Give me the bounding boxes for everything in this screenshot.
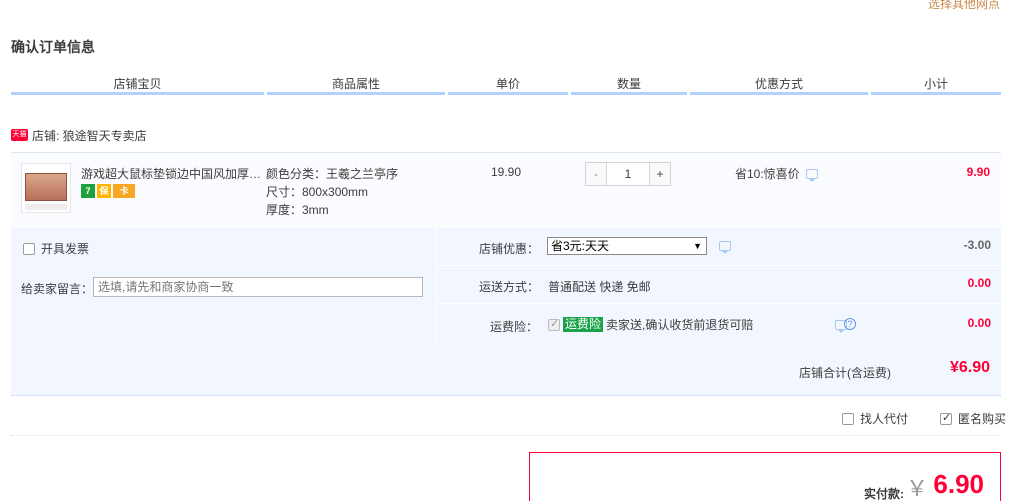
- shop-total-value: ¥6.90: [949, 359, 990, 376]
- payment-options: 找人代付 匿名购买: [841, 410, 1006, 427]
- guarantee-icon[interactable]: 保: [97, 184, 111, 198]
- service-icons: 7 保 卡: [81, 184, 135, 198]
- proxy-pay-checkbox[interactable]: [841, 412, 854, 425]
- column-shop-item: 店铺宝贝: [11, 74, 264, 95]
- column-attributes: 商品属性: [267, 74, 445, 95]
- item-thumbnail[interactable]: [21, 163, 71, 213]
- choose-other-outlet-link[interactable]: 选择其他网点: [928, 0, 1000, 12]
- divider: [11, 435, 1001, 436]
- anonymous-checkbox[interactable]: [939, 411, 952, 425]
- shop-discount-amount: -3.00: [963, 238, 991, 252]
- anonymous-option[interactable]: 匿名购买: [939, 410, 1006, 427]
- shipping-label: 运送方式：: [479, 280, 540, 294]
- shipping-method: 普通配送 快递 免邮: [548, 280, 651, 294]
- item-promotion: 省10:惊喜价: [735, 165, 818, 182]
- column-unit-price: 单价: [448, 74, 568, 95]
- shop-name[interactable]: 店铺: 狼途智天专卖店: [32, 127, 147, 144]
- shop-discount-selected: 省3元:天天: [551, 239, 610, 253]
- shipping-line: 运送方式： 普通配送 快递 免邮 0.00: [437, 266, 1002, 304]
- quantity-input[interactable]: 1: [607, 163, 649, 185]
- promotion-text: 省10:惊喜价: [735, 167, 800, 181]
- unit-price: 19.90: [491, 165, 522, 179]
- insurance-text: 卖家送,确认收货前退货可赔: [606, 318, 754, 332]
- column-promotion: 优惠方式: [690, 74, 868, 95]
- extras-left: 开具发票 给卖家留言：: [11, 228, 436, 345]
- item-subtotal: 9.90: [966, 165, 990, 179]
- column-quantity: 数量: [571, 74, 687, 95]
- item-title-link[interactable]: 游戏超大鼠标垫锁边中国风加厚桌垫: [81, 165, 263, 182]
- item-attributes: 颜色分类：王羲之兰亭序 尺寸：800x300mm 厚度：3mm: [266, 165, 398, 219]
- chat-icon[interactable]: [805, 168, 818, 182]
- quantity-stepper: - 1 +: [585, 162, 671, 186]
- insurance-line: 运费险： 运费险 卖家送,确认收货前退货可赔 ? 0.00: [437, 304, 1002, 342]
- quantity-increase-button[interactable]: +: [649, 163, 670, 185]
- shop-total-label: 店铺合计(含运费): [799, 366, 891, 380]
- message-label: 给卖家留言：: [21, 282, 94, 296]
- column-subtotal: 小计: [871, 74, 1001, 95]
- attr-size: 尺寸：800x300mm: [266, 185, 369, 199]
- help-icon[interactable]: ?: [844, 318, 856, 330]
- invoice-checkbox[interactable]: [23, 242, 35, 255]
- anonymous-label: 匿名购买: [957, 412, 1006, 426]
- currency-symbol: ￥: [905, 476, 928, 501]
- attr-thickness: 厚度：3mm: [266, 203, 329, 217]
- shop-discount-select[interactable]: 省3元:天天 ▼: [547, 237, 707, 255]
- insurance-checkbox: [548, 317, 560, 331]
- invoice-label: 开具发票: [41, 242, 90, 256]
- attr-color: 颜色分类：王羲之兰亭序: [266, 167, 399, 181]
- insurance-amount: 0.00: [967, 316, 991, 330]
- invoice-option[interactable]: 开具发票: [23, 240, 89, 257]
- order-item-row: 游戏超大鼠标垫锁边中国风加厚桌垫 7 保 卡 颜色分类：王羲之兰亭序 尺寸：80…: [11, 152, 1001, 228]
- proxy-pay-label: 找人代付: [859, 412, 908, 426]
- insurance-label: 运费险：: [490, 320, 539, 334]
- chat-icon[interactable]: [719, 241, 731, 254]
- shop-discount-line: 店铺优惠： 省3元:天天 ▼ -3.00: [437, 228, 1002, 266]
- credit-card-icon[interactable]: 卡: [113, 184, 135, 198]
- payment-summary: 实付款: ￥ 6.90: [529, 452, 1001, 501]
- chevron-down-icon: ▼: [693, 241, 702, 251]
- payment-amount: 6.90: [933, 469, 984, 499]
- page-title: 确认订单信息: [11, 39, 95, 55]
- shop-row: 天猫 店铺: 狼途智天专卖店: [11, 126, 147, 144]
- insurance-badge: 运费险: [563, 317, 604, 332]
- column-header: 店铺宝贝 商品属性 单价 数量 优惠方式 小计: [11, 74, 1001, 98]
- shop-discount-label: 店铺优惠：: [479, 242, 540, 256]
- shipping-amount: 0.00: [967, 276, 991, 290]
- proxy-pay-option[interactable]: 找人代付: [841, 410, 908, 427]
- shop-total: 店铺合计(含运费) ¥6.90: [11, 345, 1001, 396]
- order-extras: 开具发票 给卖家留言： 店铺优惠： 省3元:天天 ▼ -3.00 运送方式： 普…: [11, 228, 1002, 345]
- payment-label: 实付款:: [864, 487, 904, 501]
- seven-day-return-icon[interactable]: 7: [81, 184, 95, 198]
- tmall-icon: 天猫: [11, 129, 28, 141]
- quantity-decrease-button[interactable]: -: [586, 163, 607, 185]
- extras-right: 店铺优惠： 省3元:天天 ▼ -3.00 运送方式： 普通配送 快递 免邮 0.…: [436, 228, 1002, 345]
- seller-message-input[interactable]: [93, 277, 423, 297]
- insurance-option: 运费险 卖家送,确认收货前退货可赔: [548, 316, 753, 333]
